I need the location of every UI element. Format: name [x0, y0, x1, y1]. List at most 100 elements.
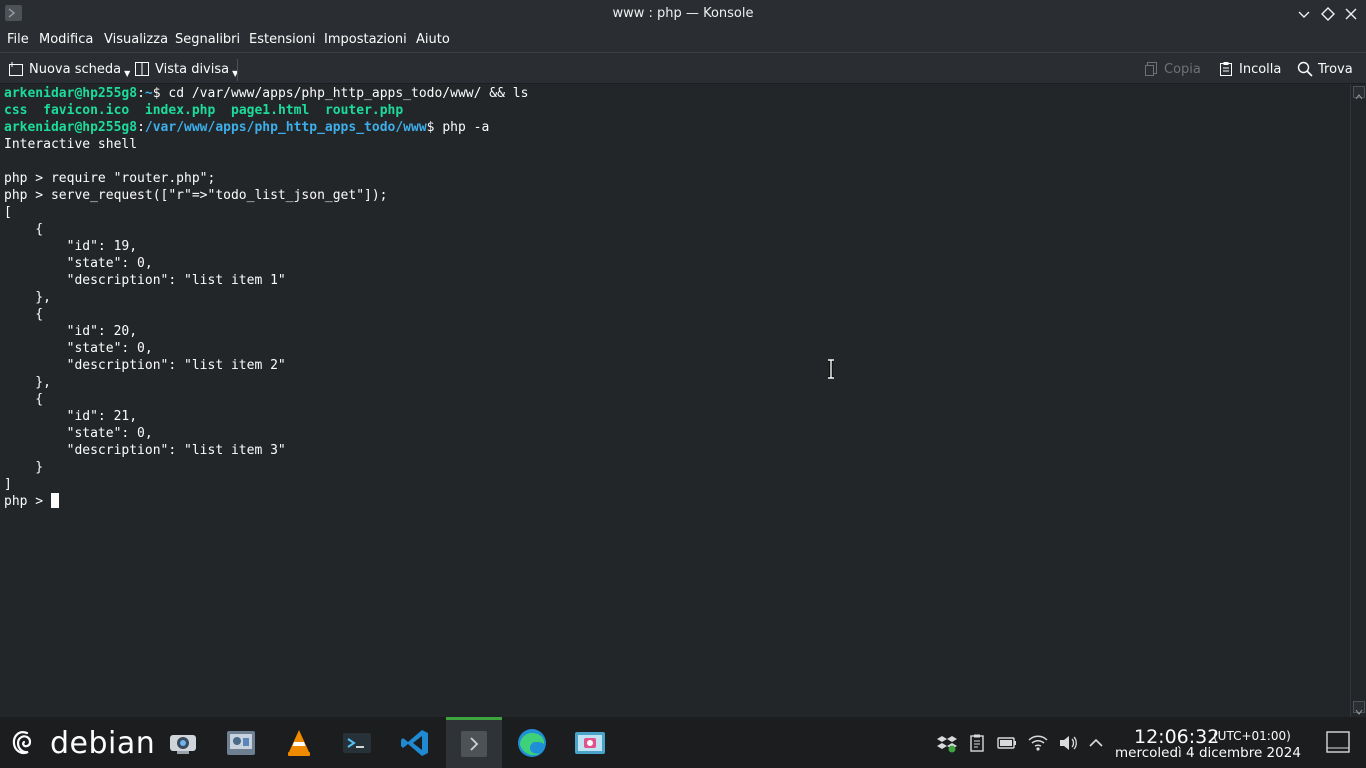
ls-entry: page1.html — [231, 103, 310, 118]
toolbar: Nuova scheda ▼ Vista divisa ▼ Copia Inco… — [0, 52, 1366, 84]
terminal-prompt-line: arkenidar@hp255g8:~$ cd /var/www/apps/ph… — [4, 85, 528, 102]
menu-aiuto[interactable]: Aiuto — [416, 32, 450, 47]
terminal-output-line: php > serve_request(["r"=>"todo_list_jso… — [4, 188, 388, 203]
split-view-icon — [135, 62, 149, 76]
terminal-output-line: "description": "list item 1" — [4, 273, 286, 288]
terminal-output-line: "id": 19, — [4, 239, 138, 254]
terminal-output-line: "state": 0, — [4, 341, 153, 356]
clock-date[interactable]: mercoledì 4 dicembre 2024 — [1115, 745, 1301, 761]
prompt-dollar: $ — [426, 120, 443, 135]
task-terminal[interactable] — [329, 717, 385, 768]
clipboard-tray-icon[interactable] — [967, 733, 987, 753]
copy-icon — [1145, 62, 1157, 76]
menu-impostazioni[interactable]: Impostazioni — [324, 32, 407, 47]
task-screenshot[interactable] — [562, 717, 618, 768]
toolbar-separator — [237, 59, 238, 81]
prompt-separator: : — [137, 120, 145, 135]
ls-entry: favicon.ico — [43, 103, 130, 118]
menu-segnalibri[interactable]: Segnalibri — [175, 32, 240, 47]
new-tab-icon — [9, 62, 23, 76]
terminal-output-line: php > require "router.php"; — [4, 171, 216, 186]
maximize-icon[interactable] — [1319, 5, 1337, 23]
menu-visualizza[interactable]: Visualizza — [104, 32, 168, 47]
terminal-app-icon — [343, 732, 371, 753]
ls-entry: index.php — [144, 103, 216, 118]
copy-button[interactable]: Copia — [1143, 59, 1201, 79]
menu-modifica[interactable]: Modifica — [39, 32, 93, 47]
task-media[interactable] — [213, 717, 269, 768]
prompt-user: arkenidar@hp255g8 — [4, 86, 138, 101]
terminal-output-line: "description": "list item 2" — [4, 358, 286, 373]
menu-estensioni[interactable]: Estensioni — [249, 32, 316, 47]
wifi-tray-icon[interactable] — [1028, 733, 1048, 753]
terminal-output-line: { — [4, 392, 44, 407]
task-konsole[interactable] — [446, 717, 502, 768]
task-edge[interactable] — [504, 717, 560, 768]
split-view-label: Vista divisa — [155, 61, 230, 77]
application-launcher[interactable]: debian — [8, 725, 155, 761]
paste-icon — [1220, 62, 1232, 76]
prompt-path: /var/www/apps/php_http_apps_todo/www — [144, 120, 427, 135]
title-bar: www : php — Konsole — [0, 0, 1366, 29]
copy-label: Copia — [1164, 61, 1201, 77]
paste-button[interactable]: Incolla — [1218, 59, 1281, 79]
battery-tray-icon[interactable] — [997, 733, 1017, 753]
vscode-icon — [401, 729, 428, 756]
task-vscode[interactable] — [387, 717, 443, 768]
dropbox-tray-icon[interactable] — [937, 733, 957, 753]
prompt-command: cd /var/www/apps/php_http_apps_todo/www/… — [168, 86, 529, 101]
terminal-output-line: Interactive shell — [4, 137, 138, 152]
konsole-icon — [461, 731, 487, 757]
task-vlc[interactable] — [271, 717, 327, 768]
menu-file[interactable]: File — [7, 32, 29, 47]
new-tab-dropdown-icon[interactable]: ▼ — [124, 69, 130, 78]
prompt-command: php -a — [442, 120, 490, 135]
php-prompt: php > — [4, 494, 51, 509]
scroll-up-icon[interactable] — [1353, 86, 1365, 100]
terminal-output-line: "state": 0, — [4, 426, 153, 441]
terminal-output-line: "state": 0, — [4, 256, 153, 271]
volume-tray-icon[interactable] — [1058, 733, 1078, 753]
terminal-output-line: }, — [4, 375, 51, 390]
terminal-output-line: "id": 21, — [4, 409, 138, 424]
terminal-output-line: ] — [4, 477, 12, 492]
launcher-label: debian — [50, 725, 156, 761]
terminal-output-line: "id": 20, — [4, 324, 138, 339]
new-tab-label: Nuova scheda — [29, 61, 122, 77]
prompt-user: arkenidar@hp255g8 — [4, 120, 138, 135]
vlc-icon — [288, 729, 310, 756]
terminal-view[interactable]: arkenidar@hp255g8:~$ cd /var/www/apps/ph… — [0, 84, 1350, 717]
ls-output-line: css favicon.ico index.php page1.html rou… — [4, 102, 403, 119]
show-desktop-icon[interactable] — [1326, 731, 1350, 753]
scroll-down-icon[interactable] — [1353, 701, 1365, 715]
terminal-output-line: { — [4, 222, 44, 237]
clock-timezone: (UTC+01:00) — [1213, 729, 1291, 743]
prompt-dollar: $ — [152, 86, 169, 101]
find-button[interactable]: Trova — [1297, 59, 1353, 79]
minimize-icon[interactable] — [1295, 5, 1313, 23]
find-label: Trova — [1318, 61, 1353, 77]
terminal-output-line: } — [4, 460, 44, 475]
task-webcam[interactable] — [155, 717, 211, 768]
chevron-up-icon[interactable] — [1086, 733, 1106, 753]
webcam-app-icon — [170, 734, 196, 754]
split-view-button[interactable]: Vista divisa ▼ — [134, 59, 238, 79]
ls-entry: router.php — [324, 103, 404, 118]
close-icon[interactable] — [1342, 5, 1360, 23]
terminal-output-line: [ — [4, 205, 12, 220]
window-title: www : php — Konsole — [612, 6, 754, 21]
screenshot-app-icon — [575, 731, 605, 754]
new-tab-button[interactable]: Nuova scheda ▼ — [8, 59, 130, 79]
terminal-output-line: }, — [4, 290, 51, 305]
prompt-separator: : — [137, 86, 145, 101]
prompt-path: ~ — [144, 86, 153, 101]
ibeam-cursor-icon — [828, 359, 834, 379]
terminal-input-line[interactable]: php > — [4, 493, 59, 510]
terminal-prompt-line: arkenidar@hp255g8:/var/www/apps/php_http… — [4, 119, 489, 136]
edge-icon — [518, 728, 546, 757]
menu-bar: File Modifica Visualizza Segnalibri Este… — [0, 29, 1366, 52]
search-icon — [1297, 61, 1313, 77]
terminal-output-line: "description": "list item 3" — [4, 443, 286, 458]
media-app-icon — [227, 730, 255, 755]
terminal-scrollbar[interactable] — [1350, 84, 1366, 717]
